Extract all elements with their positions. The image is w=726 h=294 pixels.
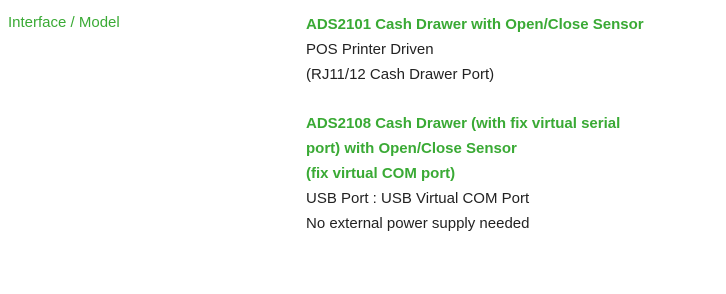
spec-value: ADS2101 Cash Drawer with Open/Close Sens…	[306, 12, 721, 236]
model-ads2108-title-line3: (fix virtual COM port)	[306, 165, 456, 182]
model-ads2108-title-line2: port) with Open/Close Sensor	[306, 140, 517, 157]
spec-label-interface-model: Interface / Model	[8, 14, 120, 31]
spec-table: Interface / Model ADS2101 Cash Drawer wi…	[0, 0, 726, 294]
model-ads2108-power: No external power supply needed	[306, 215, 530, 232]
model-ads2101-port: (RJ11/12 Cash Drawer Port)	[306, 66, 495, 83]
model-ads2101-title: ADS2101 Cash Drawer with Open/Close Sens…	[306, 16, 644, 33]
model-ads2108-title-line1: ADS2108 Cash Drawer (with fix virtual se…	[306, 115, 621, 132]
model-ads2101-driver: POS Printer Driven	[306, 41, 434, 58]
model-ads2108-usb-port: USB Port : USB Virtual COM Port	[306, 190, 530, 207]
